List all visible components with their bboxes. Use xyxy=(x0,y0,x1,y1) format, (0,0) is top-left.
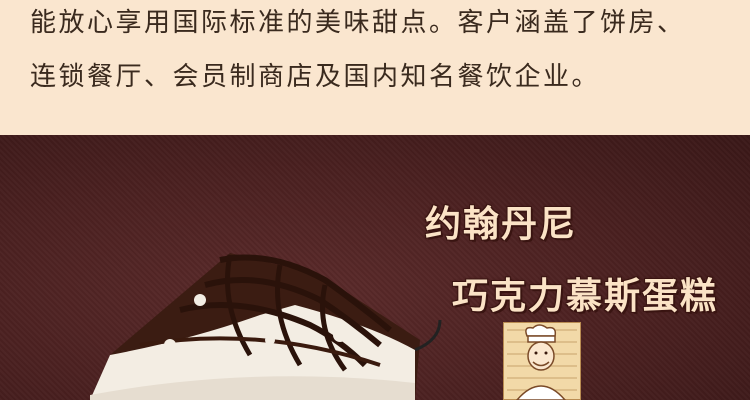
cake-image xyxy=(90,253,442,400)
product-name-line-1: 约翰丹尼 xyxy=(425,204,578,245)
intro-text-line-1: 能放心享用国际标准的美味甜点。客户涵盖了饼房、 xyxy=(30,8,686,38)
product-name-line-2: 巧克力慕斯蛋糕 xyxy=(452,276,719,317)
intro-text-line-2: 连锁餐厅、会员制商店及国内知名餐饮企业。 xyxy=(30,62,601,92)
chef-logo xyxy=(503,322,581,400)
intro-panel: 能放心享用国际标准的美味甜点。客户涵盖了饼房、 连锁餐厅、会员制商店及国内知名餐… xyxy=(0,0,750,135)
